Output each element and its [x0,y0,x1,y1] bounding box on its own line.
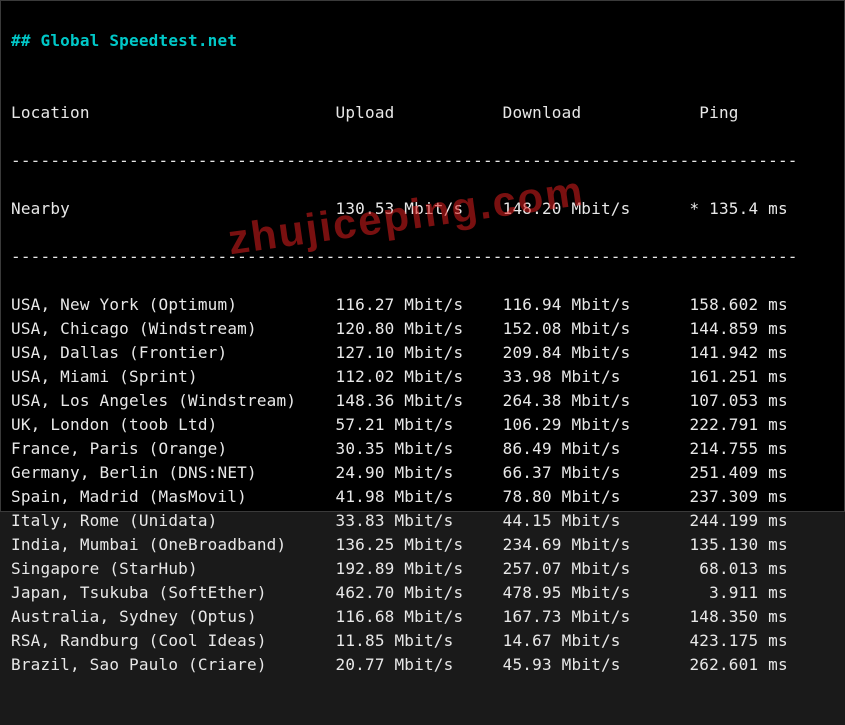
terminal-window: ## Global Speedtest.net Location Upload … [0,0,845,512]
blank-line [11,53,834,77]
results-body: USA, New York (Optimum) 116.27 Mbit/s 11… [11,295,788,674]
separator: ----------------------------------------… [11,149,834,173]
col-location: Location Upload Download Ping [11,103,739,122]
header-row: Location Upload Download Ping [11,101,834,125]
separator: ----------------------------------------… [11,245,834,269]
nearby-row: Nearby 130.53 Mbit/s 148.20 Mbit/s * 135… [11,197,834,221]
section-title: ## Global Speedtest.net [11,31,237,50]
